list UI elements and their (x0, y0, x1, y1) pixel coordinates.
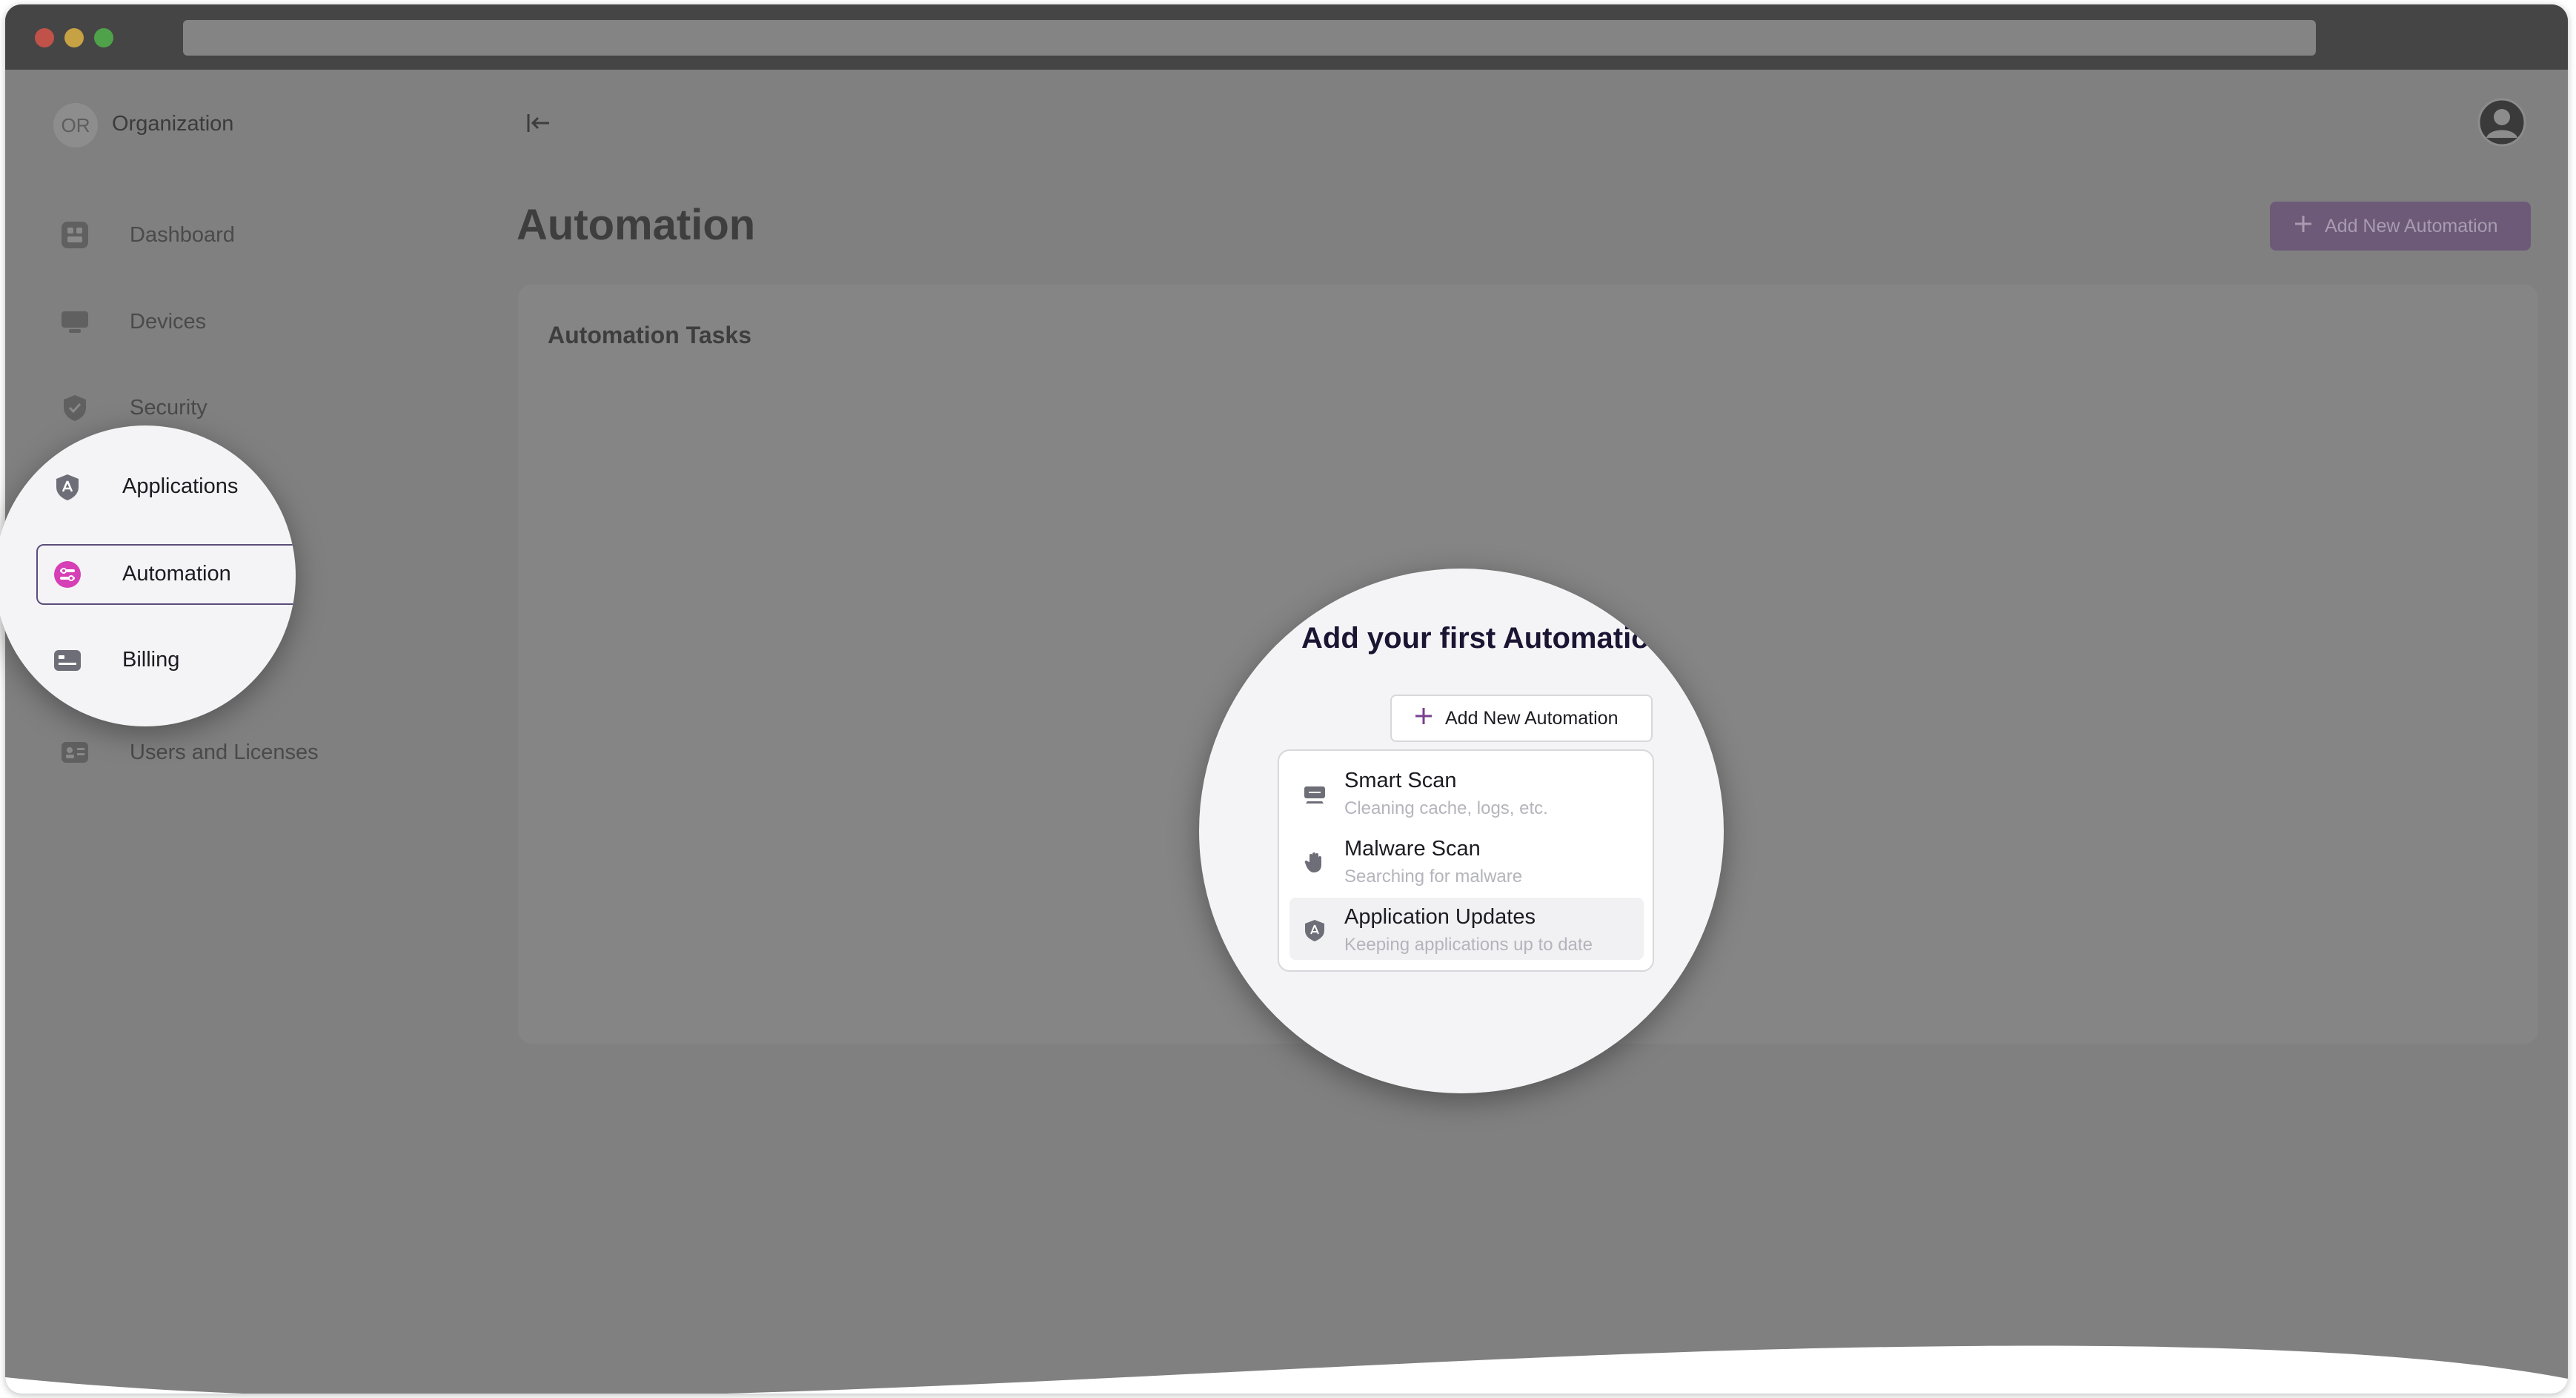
bottom-wave-decoration (5, 1345, 2568, 1394)
dashboard-icon (62, 222, 88, 248)
menu-item-subtitle: Cleaning cache, logs, etc. (1344, 798, 1548, 818)
sidebar-item-label: Security (130, 395, 208, 420)
title-bar (5, 4, 2568, 70)
users-icon (62, 742, 88, 763)
devices-icon (62, 311, 88, 333)
automation-type-dropdown: Smart Scan Cleaning cache, logs, etc. Ma… (1278, 749, 1654, 972)
sidebar-item-label: Applications (122, 474, 239, 498)
sidebar-item-label: Users and Licenses (130, 740, 319, 764)
shield-icon (64, 395, 86, 421)
billing-icon (54, 650, 81, 671)
plus-icon (2294, 214, 2313, 239)
collapse-sidebar-icon[interactable] (524, 110, 554, 136)
empty-state-title: Add your first Automation task (1301, 622, 1724, 655)
menu-item-application-updates[interactable]: Application Updates Keeping applications… (1289, 898, 1644, 960)
sidebar-item-users[interactable]: Users and Licenses (42, 722, 457, 783)
automation-tasks-title: Automation Tasks (548, 322, 751, 348)
menu-item-subtitle: Searching for malware (1344, 867, 1523, 887)
applications-icon (56, 474, 79, 500)
minimize-window-button[interactable] (64, 28, 84, 47)
menu-item-title: Malware Scan (1344, 837, 1481, 861)
sidebar-item-label: Devices (130, 309, 207, 334)
org-name[interactable]: Organization (112, 112, 233, 136)
sidebar-item-label: Automation (122, 562, 231, 586)
menu-item-smart-scan[interactable]: Smart Scan Cleaning cache, logs, etc. (1289, 761, 1644, 824)
menu-item-title: Application Updates (1344, 905, 1536, 929)
smart-scan-icon (1304, 786, 1325, 804)
maximize-window-button[interactable] (94, 28, 113, 47)
menu-item-subtitle: Keeping applications up to date (1344, 935, 1593, 955)
add-new-automation-button-empty-state[interactable]: Add New Automation (1390, 695, 1653, 742)
sidebar-item-automation[interactable]: Automation (0, 544, 296, 605)
menu-item-malware-scan[interactable]: Malware Scan Searching for malware (1289, 829, 1644, 892)
sidebar-magnifier: Applications Automation Billing (0, 425, 296, 726)
add-new-automation-button[interactable]: Add New Automation (2270, 202, 2531, 251)
app-updates-icon (1305, 920, 1324, 941)
add-new-automation-label: Add New Automation (1445, 707, 1619, 729)
sidebar-item-label: Dashboard (130, 222, 235, 247)
org-avatar[interactable]: OR (53, 103, 98, 148)
plus-icon (1414, 706, 1433, 731)
user-avatar-icon[interactable] (2477, 98, 2526, 147)
sidebar-item-dashboard[interactable]: Dashboard (42, 205, 457, 265)
add-new-automation-label: Add New Automation (2325, 215, 2498, 236)
address-bar[interactable] (183, 20, 2316, 56)
sidebar-item-applications[interactable]: Applications (0, 457, 296, 517)
automation-icon (54, 561, 81, 588)
menu-item-title: Smart Scan (1344, 769, 1457, 792)
sidebar-item-label: Billing (122, 648, 180, 672)
hand-icon (1304, 852, 1321, 872)
close-window-button[interactable] (35, 28, 54, 47)
page-title: Automation (517, 201, 756, 249)
sidebar-item-devices[interactable]: Devices (42, 291, 457, 352)
sidebar-item-billing[interactable]: Billing (0, 630, 296, 691)
sidebar-item-security[interactable]: Security (42, 377, 457, 438)
empty-state-magnifier: Add your first Automation task Add New A… (1199, 569, 1724, 1093)
